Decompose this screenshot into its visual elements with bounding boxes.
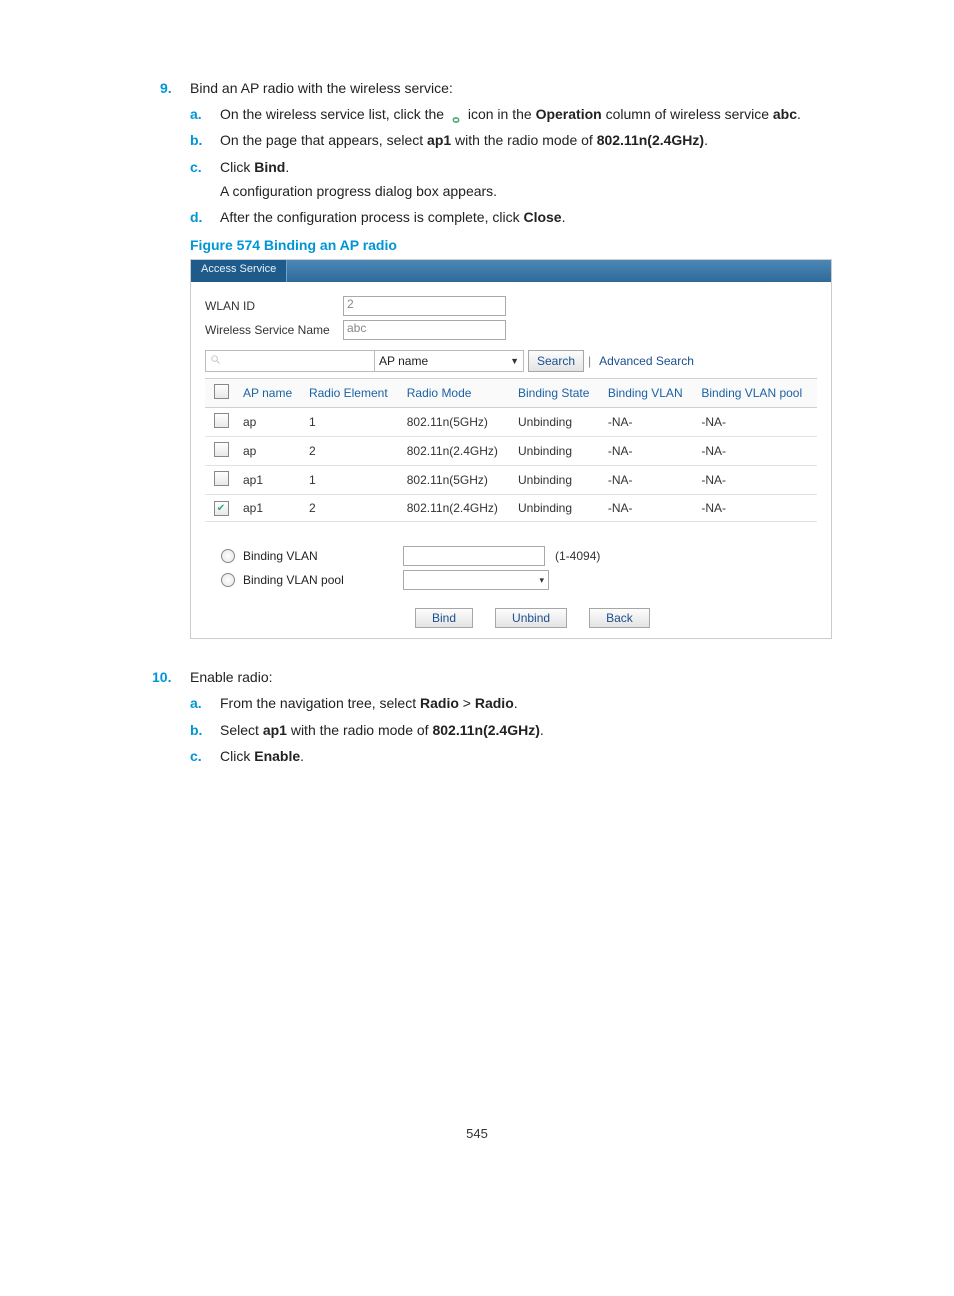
cell-radio-mode: 802.11n(5GHz)	[401, 466, 512, 495]
cell-radio-element: 2	[303, 495, 401, 522]
step-10b: b. Select ap1 with the radio mode of 802…	[190, 720, 844, 740]
select-all-checkbox[interactable]	[214, 384, 229, 399]
step-10a: a. From the navigation tree, select Radi…	[190, 693, 844, 713]
cell-radio-element: 1	[303, 408, 401, 437]
step-10c: c. Click Enable.	[190, 746, 844, 766]
col-binding-vlan-pool[interactable]: Binding VLAN pool	[695, 379, 817, 408]
step-title: Bind an AP radio with the wireless servi…	[190, 80, 453, 96]
col-binding-state[interactable]: Binding State	[512, 379, 602, 408]
binding-vlan-pool-label: Binding VLAN pool	[243, 573, 403, 587]
cell-binding-vlan-pool: -NA-	[695, 408, 817, 437]
wlan-id-input[interactable]: 2	[343, 296, 506, 316]
step-number: 9.	[160, 80, 172, 96]
search-icon	[210, 354, 221, 368]
table-row: ✔ap12802.11n(2.4GHz)Unbinding-NA--NA-	[205, 495, 817, 522]
step-9b: b. On the page that appears, select ap1 …	[190, 130, 844, 150]
search-button[interactable]: Search	[528, 350, 584, 372]
cell-binding-vlan-pool: -NA-	[695, 437, 817, 466]
cell-radio-element: 2	[303, 437, 401, 466]
cell-binding-state: Unbinding	[512, 466, 602, 495]
step-9c: c. Click Bind. A configuration progress …	[190, 157, 844, 202]
step-9: 9. Bind an AP radio with the wireless se…	[110, 80, 844, 639]
cell-binding-vlan-pool: -NA-	[695, 495, 817, 522]
row-checkbox[interactable]: ✔	[214, 501, 229, 516]
cell-binding-vlan: -NA-	[602, 495, 696, 522]
step-number: 10.	[152, 669, 171, 685]
step-9c-note: A configuration progress dialog box appe…	[220, 181, 844, 201]
row-checkbox[interactable]	[214, 442, 229, 457]
cell-binding-vlan: -NA-	[602, 437, 696, 466]
sub-letter: a.	[190, 693, 202, 713]
cell-binding-vlan: -NA-	[602, 466, 696, 495]
col-ap-name[interactable]: AP name	[237, 379, 303, 408]
sub-letter: c.	[190, 157, 202, 177]
binding-vlan-radio[interactable]	[221, 549, 235, 563]
chevron-down-icon: ▼	[510, 356, 519, 366]
cell-radio-mode: 802.11n(2.4GHz)	[401, 437, 512, 466]
search-field-select[interactable]: AP name ▼	[375, 350, 524, 372]
row-checkbox[interactable]	[214, 413, 229, 428]
chevron-down-icon: ▾	[539, 575, 544, 586]
sub-letter: b.	[190, 130, 202, 150]
cell-radio-mode: 802.11n(2.4GHz)	[401, 495, 512, 522]
vlan-range-hint: (1-4094)	[555, 549, 600, 563]
col-radio-element[interactable]: Radio Element	[303, 379, 401, 408]
search-input[interactable]	[205, 350, 375, 372]
sub-letter: c.	[190, 746, 202, 766]
ap-table: AP name Radio Element Radio Mode Binding…	[205, 378, 817, 522]
step-title: Enable radio:	[190, 669, 273, 685]
binding-vlan-pool-select[interactable]: ▾	[403, 570, 549, 590]
cell-binding-state: Unbinding	[512, 495, 602, 522]
figure-caption: Figure 574 Binding an AP radio	[190, 237, 844, 253]
sub-letter: d.	[190, 207, 202, 227]
col-radio-mode[interactable]: Radio Mode	[401, 379, 512, 408]
wlan-id-label: WLAN ID	[205, 299, 343, 313]
cell-ap-name: ap1	[237, 466, 303, 495]
col-binding-vlan[interactable]: Binding VLAN	[602, 379, 696, 408]
cell-binding-vlan: -NA-	[602, 408, 696, 437]
binding-vlan-input[interactable]	[403, 546, 545, 566]
table-row: ap1802.11n(5GHz)Unbinding-NA--NA-	[205, 408, 817, 437]
binding-vlan-label: Binding VLAN	[243, 549, 403, 563]
cell-binding-state: Unbinding	[512, 408, 602, 437]
binding-vlan-pool-radio[interactable]	[221, 573, 235, 587]
sub-letter: b.	[190, 720, 202, 740]
advanced-search-link[interactable]: Advanced Search	[599, 354, 694, 368]
tab-access-service[interactable]: Access Service	[191, 260, 287, 282]
table-row: ap11802.11n(5GHz)Unbinding-NA--NA-	[205, 466, 817, 495]
service-name-input[interactable]: abc	[343, 320, 506, 340]
tab-bar: Access Service	[191, 260, 831, 282]
cell-binding-vlan-pool: -NA-	[695, 466, 817, 495]
table-row: ap2802.11n(2.4GHz)Unbinding-NA--NA-	[205, 437, 817, 466]
unbind-button[interactable]: Unbind	[495, 608, 567, 628]
bind-button[interactable]: Bind	[415, 608, 473, 628]
cell-radio-mode: 802.11n(5GHz)	[401, 408, 512, 437]
screenshot-panel: Access Service WLAN ID 2 Wireless Servic…	[190, 259, 832, 639]
sub-letter: a.	[190, 104, 202, 124]
cell-ap-name: ap	[237, 408, 303, 437]
cell-ap-name: ap	[237, 437, 303, 466]
link-icon	[448, 110, 464, 120]
step-9a: a. On the wireless service list, click t…	[190, 104, 844, 124]
cell-ap-name: ap1	[237, 495, 303, 522]
service-name-label: Wireless Service Name	[205, 323, 343, 337]
step-9d: d. After the configuration process is co…	[190, 207, 844, 227]
cell-binding-state: Unbinding	[512, 437, 602, 466]
back-button[interactable]: Back	[589, 608, 650, 628]
cell-radio-element: 1	[303, 466, 401, 495]
step-10: 10. Enable radio: a. From the navigation…	[110, 669, 844, 766]
row-checkbox[interactable]	[214, 471, 229, 486]
page-number: 545	[110, 1126, 844, 1141]
